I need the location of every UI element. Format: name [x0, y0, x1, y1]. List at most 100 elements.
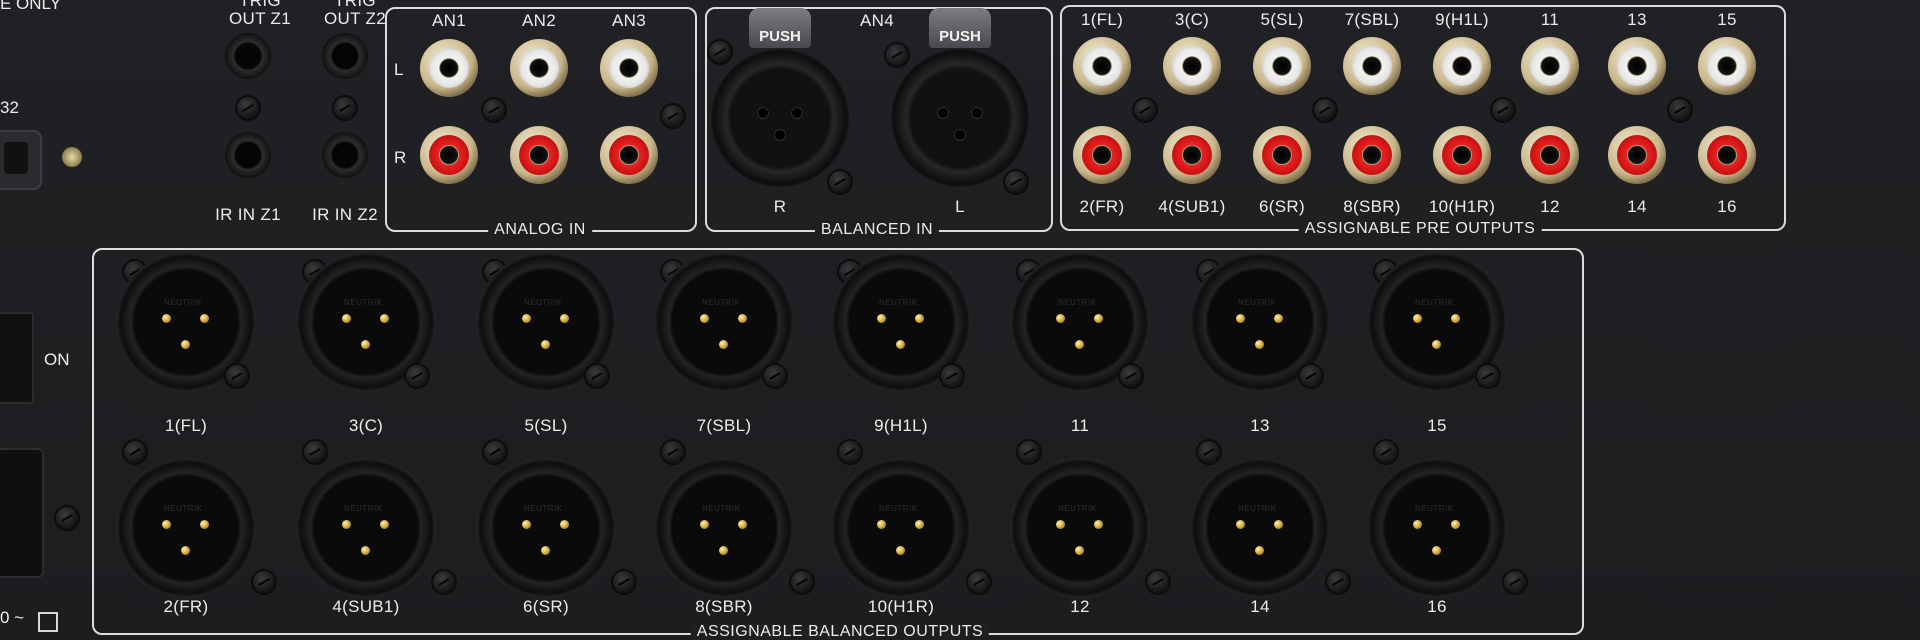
balanced-in-title: BALANCED IN [814, 221, 940, 239]
screw-icon [1373, 439, 1399, 465]
screw-icon [1016, 439, 1042, 465]
pre-out-rca-icon[interactable] [1698, 126, 1756, 184]
screw-icon [837, 439, 863, 465]
screw-icon [251, 569, 277, 595]
screw-icon [1490, 97, 1516, 123]
balanced-out-xlr-icon[interactable]: NEUTRIK [831, 458, 971, 598]
ir-in-z1-label: IR IN Z1 [215, 205, 281, 224]
pre-out-label: 6(SR) [1259, 197, 1305, 216]
an1-label: AN1 [432, 11, 466, 30]
screw-icon [966, 569, 992, 595]
pre-out-rca-icon[interactable] [1433, 37, 1491, 95]
pre-out-label: 15 [1717, 10, 1737, 29]
screw-icon [1196, 439, 1222, 465]
pre-out-label: 13 [1627, 10, 1647, 29]
balanced-in-left-label: L [955, 197, 965, 216]
screw-icon [939, 363, 965, 389]
screw-icon [884, 42, 910, 68]
balanced-out-label: 15 [1427, 416, 1447, 435]
pre-out-rca-icon[interactable] [1608, 126, 1666, 184]
balanced-out-label: 6(SR) [523, 597, 569, 616]
balanced-out-label: 14 [1250, 597, 1270, 616]
screw-icon [584, 363, 610, 389]
balanced-out-xlr-icon[interactable]: NEUTRIK [476, 458, 616, 598]
push-latch-icon[interactable]: PUSH [929, 8, 991, 48]
screw-icon [481, 97, 507, 123]
class-ii-symbol-icon [38, 612, 58, 632]
push-label: PUSH [939, 28, 981, 45]
pre-out-label: 12 [1540, 197, 1560, 216]
row-right-label: R [394, 148, 407, 167]
balanced-in-left-xlr-icon[interactable] [891, 49, 1029, 187]
balanced-out-xlr-icon[interactable]: NEUTRIK [654, 458, 794, 598]
balanced-out-xlr-icon[interactable]: NEUTRIK [1010, 458, 1150, 598]
screw-icon [611, 569, 637, 595]
balanced-in-right-label: R [773, 197, 787, 216]
pre-outputs-title: ASSIGNABLE PRE OUTPUTS [1298, 220, 1542, 238]
screw-icon [54, 505, 80, 531]
pre-out-label: 14 [1627, 197, 1647, 216]
an1-left-rca-icon[interactable] [420, 39, 478, 97]
pre-out-rca-icon[interactable] [1073, 126, 1131, 184]
balanced-out-label: 8(SBR) [695, 597, 753, 616]
pre-out-rca-icon[interactable] [1073, 37, 1131, 95]
pre-out-rca-icon[interactable] [1521, 126, 1579, 184]
screw-icon [707, 39, 733, 65]
pre-out-label: 16 [1717, 197, 1737, 216]
pre-out-rca-icon[interactable] [1253, 37, 1311, 95]
balanced-out-xlr-icon[interactable]: NEUTRIK [1367, 458, 1507, 598]
pre-out-rca-icon[interactable] [1433, 126, 1491, 184]
balanced-in-right-xlr-icon[interactable] [711, 49, 849, 187]
screw-icon [1667, 97, 1693, 123]
screw-icon [1298, 363, 1324, 389]
pre-out-label: 5(SL) [1260, 10, 1304, 29]
pre-out-rca-icon[interactable] [1343, 37, 1401, 95]
screw-icon [332, 95, 358, 121]
pre-out-rca-icon[interactable] [1163, 37, 1221, 95]
an3-right-rca-icon[interactable] [600, 126, 658, 184]
pre-out-label: 8(SBR) [1343, 197, 1401, 216]
an3-left-rca-icon[interactable] [600, 39, 658, 97]
ir-in-z2-jack-icon[interactable] [322, 132, 368, 178]
balanced-out-label: 5(SL) [524, 416, 568, 435]
screw-icon [235, 95, 261, 121]
balanced-out-xlr-icon[interactable]: NEUTRIK [1190, 458, 1330, 598]
an2-right-rca-icon[interactable] [510, 126, 568, 184]
push-latch-icon[interactable]: PUSH [749, 8, 811, 48]
trig-out-z2-jack-icon[interactable] [322, 33, 368, 79]
power-inlet-icon[interactable] [0, 448, 44, 578]
ir-in-z1-jack-icon[interactable] [225, 132, 271, 178]
screw-icon [122, 439, 148, 465]
balanced-out-xlr-icon[interactable]: NEUTRIK [116, 458, 256, 598]
screw-icon [660, 103, 686, 129]
pre-out-rca-icon[interactable] [1608, 37, 1666, 95]
balanced-out-label: 2(FR) [163, 597, 209, 616]
balanced-out-label: 13 [1250, 416, 1270, 435]
screw-icon [1132, 97, 1158, 123]
pre-out-rca-icon[interactable] [1343, 126, 1401, 184]
power-switch[interactable] [0, 312, 34, 404]
pre-out-label: 1(FL) [1080, 10, 1124, 29]
balanced-out-label: 12 [1070, 597, 1090, 616]
pre-out-label: 4(SUB1) [1158, 197, 1226, 216]
an1-right-rca-icon[interactable] [420, 126, 478, 184]
an2-left-rca-icon[interactable] [510, 39, 568, 97]
rs232-partial-label: 32 [0, 98, 19, 117]
pre-out-rca-icon[interactable] [1253, 126, 1311, 184]
ground-terminal-icon[interactable] [62, 147, 82, 167]
an3-label: AN3 [612, 11, 646, 30]
rs232-port-icon[interactable] [0, 130, 42, 190]
trig-out-z1-label: TRIG OUT Z1 [229, 0, 291, 28]
screw-icon [789, 569, 815, 595]
balanced-out-label: 1(FL) [164, 416, 208, 435]
balanced-out-label: 9(H1L) [874, 416, 928, 435]
trig-out-z1-jack-icon[interactable] [225, 33, 271, 79]
screw-icon [302, 439, 328, 465]
screw-icon [404, 363, 430, 389]
balanced-out-label: 10(H1R) [867, 597, 935, 616]
pre-out-rca-icon[interactable] [1698, 37, 1756, 95]
pre-out-rca-icon[interactable] [1163, 126, 1221, 184]
balanced-out-label: 3(C) [348, 416, 384, 435]
pre-out-rca-icon[interactable] [1521, 37, 1579, 95]
balanced-out-xlr-icon[interactable]: NEUTRIK [296, 458, 436, 598]
